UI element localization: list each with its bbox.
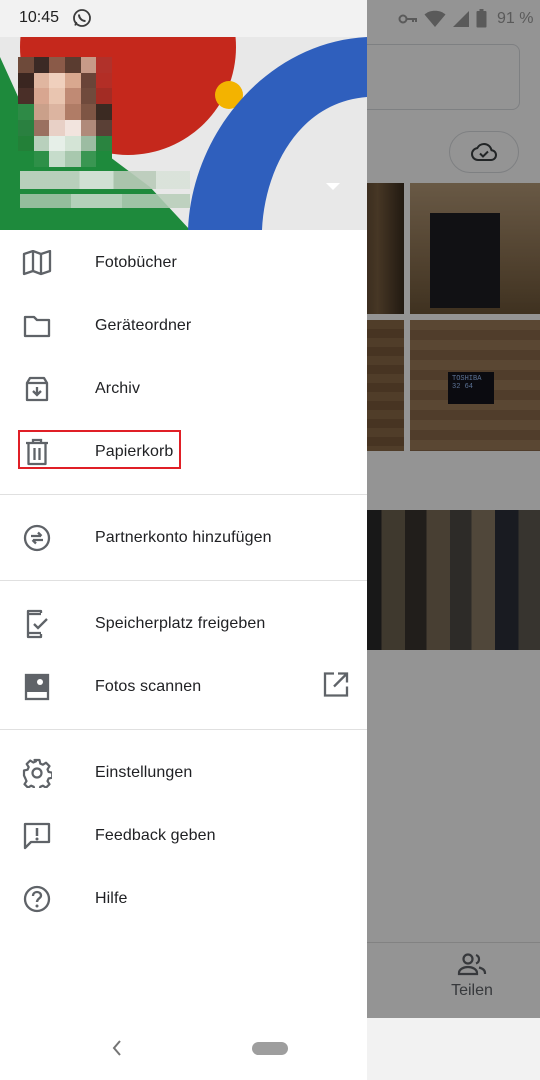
menu-item-label: Feedback geben (95, 826, 216, 844)
home-pill-button[interactable] (252, 1042, 288, 1055)
menu-item-feedback[interactable]: Feedback geben (0, 804, 367, 867)
menu-item-fotos-scannen[interactable]: Fotos scannen (0, 655, 367, 718)
divider (0, 580, 367, 581)
battery-percentage: 91 % (497, 9, 534, 27)
archive-icon (22, 374, 52, 404)
navigation-drawer: Fotobücher Geräteordner Archiv Papierkor… (0, 37, 367, 1080)
divider (0, 729, 367, 730)
menu-item-einstellungen[interactable]: Einstellungen (0, 741, 367, 804)
menu-item-archiv[interactable]: Archiv (0, 357, 367, 420)
folder-icon (22, 311, 52, 341)
avatar (18, 57, 112, 167)
open-external-icon[interactable] (322, 670, 350, 703)
help-icon (22, 884, 52, 914)
wifi-icon (424, 10, 446, 27)
menu-item-label: Fotobücher (95, 253, 177, 271)
menu-item-label: Partnerkonto hinzufügen (95, 528, 272, 546)
menu-item-label: Geräteordner (95, 316, 192, 334)
system-navigation-bar (0, 1018, 540, 1080)
menu-item-geraeteordner[interactable]: Geräteordner (0, 294, 367, 357)
vpn-key-icon (398, 14, 417, 23)
feedback-icon (22, 821, 52, 851)
menu-item-label: Papierkorb (95, 442, 174, 460)
status-bar: 10:45 91 % (0, 0, 540, 37)
menu-item-label: Einstellungen (95, 763, 193, 781)
partner-sharing-icon (22, 523, 52, 553)
back-icon[interactable] (110, 1038, 124, 1063)
menu-item-label: Hilfe (95, 889, 128, 907)
status-time: 10:45 (19, 9, 60, 26)
battery-icon (476, 9, 487, 28)
photo-book-icon (22, 248, 52, 278)
divider (0, 494, 367, 495)
photo-scan-icon (22, 672, 52, 702)
trash-icon (22, 437, 52, 467)
menu-item-fotobuecher[interactable]: Fotobücher (0, 231, 367, 294)
menu-item-label: Speicherplatz freigeben (95, 614, 266, 632)
cell-signal-icon (453, 10, 469, 27)
account-header[interactable] (0, 37, 367, 230)
gear-icon (22, 758, 52, 788)
account-name-redacted (20, 171, 190, 189)
phone-check-icon (22, 609, 52, 639)
menu-item-partnerkonto[interactable]: Partnerkonto hinzufügen (0, 506, 367, 569)
menu-item-label: Archiv (95, 379, 141, 397)
whatsapp-icon (72, 8, 92, 33)
account-email-redacted (20, 194, 190, 208)
menu-item-hilfe[interactable]: Hilfe (0, 867, 367, 930)
menu-item-papierkorb[interactable]: Papierkorb (0, 420, 367, 483)
drawer-menu: Fotobücher Geräteordner Archiv Papierkor… (0, 230, 367, 930)
chevron-down-icon[interactable] (326, 183, 340, 190)
status-icons: 91 % (398, 9, 533, 28)
menu-item-speicherplatz[interactable]: Speicherplatz freigeben (0, 592, 367, 655)
menu-item-label: Fotos scannen (95, 677, 202, 695)
